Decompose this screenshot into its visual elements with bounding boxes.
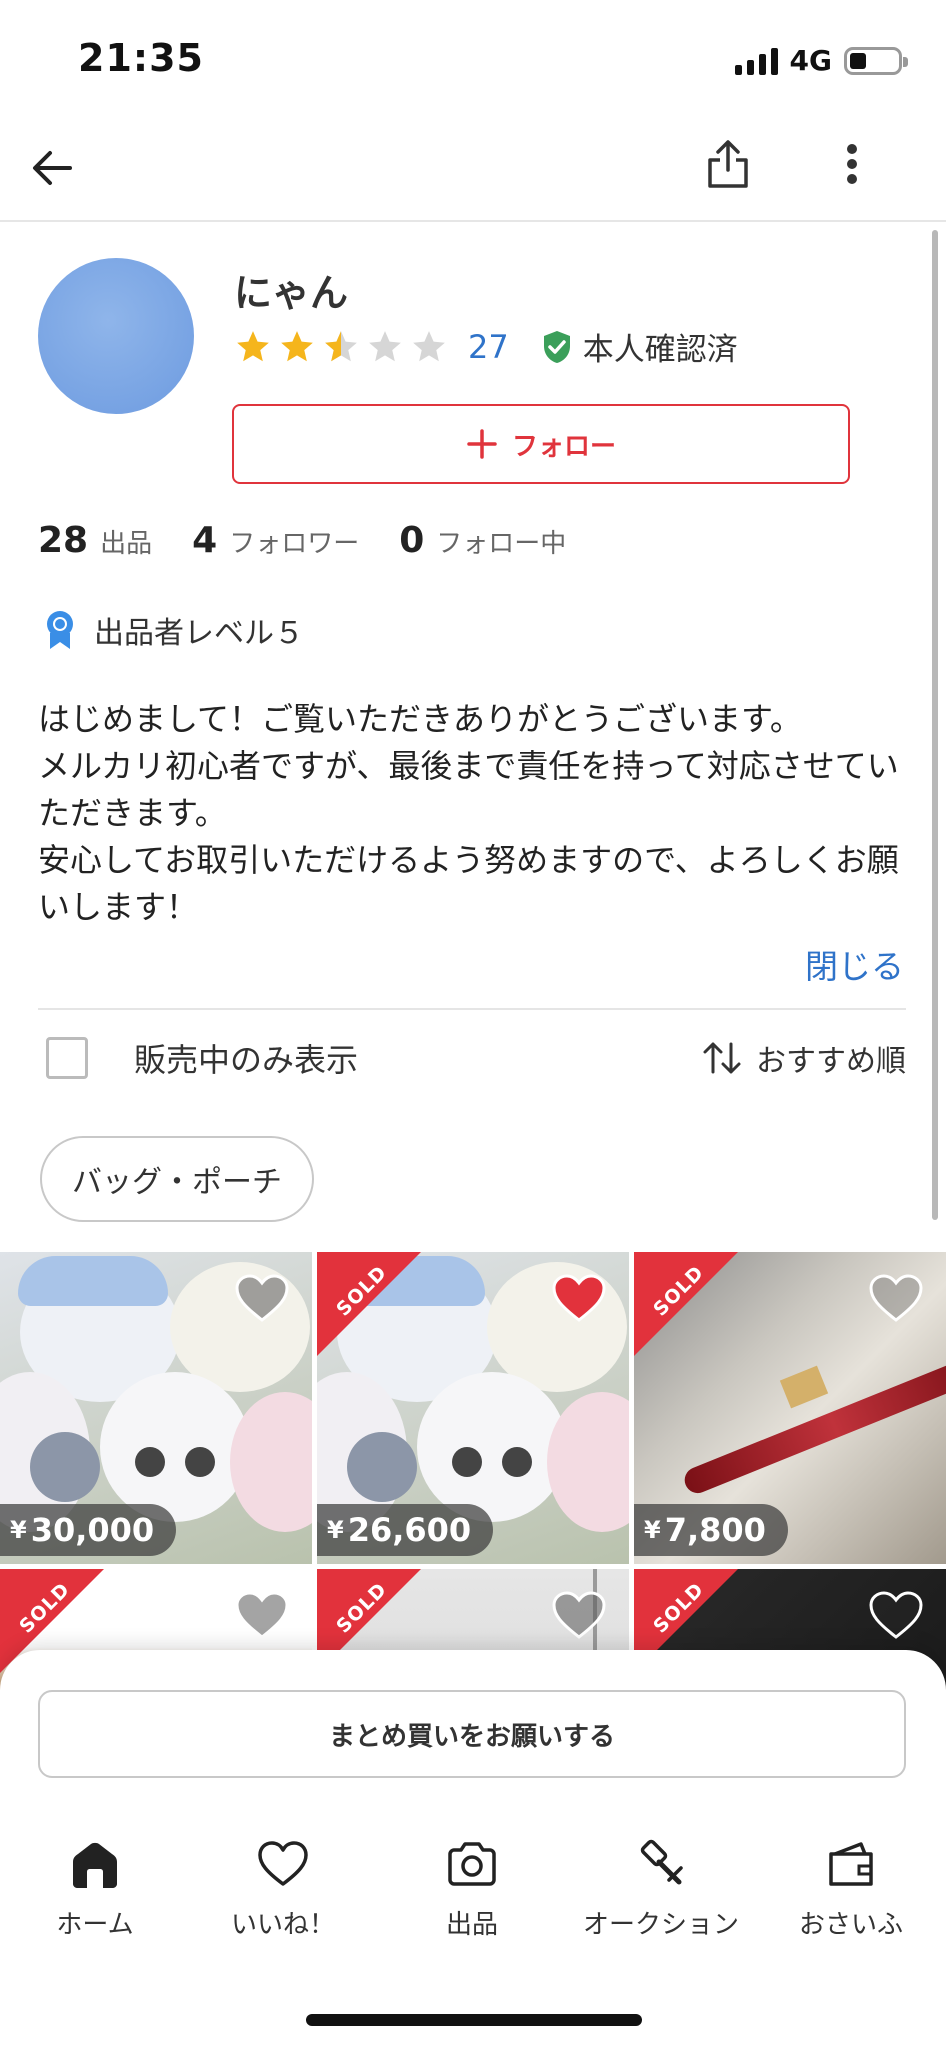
home-indicator[interactable] bbox=[306, 2014, 642, 2026]
more-options-button[interactable] bbox=[832, 132, 872, 196]
yen-symbol: ¥ bbox=[327, 1516, 344, 1544]
follow-button[interactable]: フォロー bbox=[232, 404, 850, 484]
back-button[interactable] bbox=[24, 140, 80, 196]
price-tag: ¥30,000 bbox=[0, 1504, 177, 1556]
profile-stats: 28 出品 4 フォロワー 0 フォロー中 bbox=[38, 520, 606, 561]
tab-wallet-label: おさいふ bbox=[798, 1910, 903, 1940]
followers-count[interactable]: 4 bbox=[192, 520, 217, 561]
status-indicators: 4G bbox=[734, 44, 908, 77]
verified-label: 本人確認済 bbox=[582, 332, 738, 368]
heart-outline-icon[interactable] bbox=[234, 1274, 290, 1324]
sort-button[interactable]: おすすめ順 bbox=[702, 1036, 906, 1080]
bottom-sheet: まとめ買いをお願いする ホーム いいね！ 出品 オークション おさいふ bbox=[0, 1650, 946, 2048]
star-full-icon bbox=[237, 330, 269, 361]
category-chip[interactable]: バッグ・ポーチ bbox=[40, 1136, 314, 1222]
star-half-icon bbox=[325, 330, 357, 361]
share-icon bbox=[708, 140, 748, 188]
tab-wallet[interactable]: おさいふ bbox=[756, 1836, 946, 1956]
bulk-purchase-button[interactable]: まとめ買いをお願いする bbox=[38, 1690, 906, 1778]
star-full-icon bbox=[281, 330, 313, 361]
share-button[interactable] bbox=[696, 132, 760, 196]
tab-auction[interactable]: オークション bbox=[566, 1836, 756, 1956]
star-empty-icon bbox=[369, 330, 401, 361]
following-label[interactable]: フォロー中 bbox=[436, 523, 566, 560]
tab-likes-label: いいね！ bbox=[230, 1910, 335, 1940]
divider bbox=[38, 1008, 906, 1010]
heart-filled-icon[interactable] bbox=[551, 1274, 607, 1324]
seller-level-label: 出品者レベル５ bbox=[94, 616, 304, 651]
tab-auction-label: オークション bbox=[582, 1910, 739, 1940]
plus-icon bbox=[467, 429, 497, 459]
signal-icon bbox=[734, 47, 778, 75]
heart-outline-icon[interactable] bbox=[868, 1591, 924, 1641]
heart-outline-icon[interactable] bbox=[551, 1591, 607, 1641]
network-type: 4G bbox=[789, 44, 832, 77]
battery-icon bbox=[844, 46, 908, 75]
star-empty-icon bbox=[413, 330, 445, 361]
username: にゃん bbox=[234, 271, 349, 315]
yen-symbol: ¥ bbox=[10, 1516, 27, 1544]
price-value: 30,000 bbox=[30, 1511, 155, 1549]
followers-label[interactable]: フォロワー bbox=[229, 523, 359, 560]
arrow-left-icon bbox=[33, 151, 72, 185]
on-sale-only-checkbox[interactable] bbox=[46, 1037, 88, 1079]
following-count[interactable]: 0 bbox=[399, 520, 424, 561]
camera-icon bbox=[448, 1842, 496, 1886]
rating-row[interactable]: 27 本人確認済 bbox=[234, 324, 738, 369]
scrollbar[interactable] bbox=[932, 230, 938, 1220]
heart-icon bbox=[258, 1841, 308, 1886]
price-value: 7,800 bbox=[664, 1511, 766, 1549]
on-sale-only-label[interactable]: 販売中のみ表示 bbox=[134, 1035, 358, 1081]
filter-row: 販売中のみ表示 おすすめ順 bbox=[38, 1030, 906, 1086]
status-time: 21:35 bbox=[78, 36, 204, 80]
sort-arrows-icon bbox=[703, 1042, 741, 1074]
product-tile[interactable]: ¥30,000 bbox=[0, 1252, 312, 1564]
tab-sell[interactable]: 出品 bbox=[377, 1836, 567, 1956]
tab-likes[interactable]: いいね！ bbox=[188, 1836, 378, 1956]
tab-home[interactable]: ホーム bbox=[0, 1836, 190, 1956]
seller-level: 出品者レベル５ bbox=[42, 608, 304, 652]
medal-icon bbox=[47, 611, 73, 649]
heart-outline-icon[interactable] bbox=[234, 1591, 290, 1641]
status-bar: 21:35 4G bbox=[0, 0, 946, 120]
app-header bbox=[0, 120, 946, 222]
tab-home-label: ホーム bbox=[56, 1910, 134, 1940]
follow-label: フォロー bbox=[511, 431, 616, 462]
avatar[interactable] bbox=[38, 258, 194, 414]
review-count[interactable]: 27 bbox=[468, 328, 509, 366]
listings-label: 出品 bbox=[100, 529, 153, 559]
price-tag: ¥7,800 bbox=[634, 1504, 788, 1556]
price-tag: ¥26,600 bbox=[317, 1504, 494, 1556]
profile-bio: はじめまして！ご覧いただきありがとうございます。 メルカリ初心者ですが、最後まで… bbox=[38, 700, 899, 926]
seller-profile-screen: 21:35 4G にゃん 27 本人確認済 フォロー 28 出品 4 フォロワー… bbox=[0, 0, 946, 2048]
close-bio-link[interactable]: 閉じる bbox=[805, 940, 904, 988]
tab-sell-label: 出品 bbox=[445, 1910, 498, 1940]
price-value: 26,600 bbox=[347, 1511, 472, 1549]
shield-check-icon bbox=[543, 330, 570, 363]
product-tile[interactable]: SOLD ¥26,600 bbox=[317, 1252, 629, 1564]
home-icon bbox=[73, 1842, 117, 1888]
yen-symbol: ¥ bbox=[644, 1516, 661, 1544]
gavel-icon bbox=[640, 1839, 683, 1885]
product-tile[interactable]: SOLD ¥7,800 bbox=[634, 1252, 946, 1564]
wallet-icon bbox=[829, 1842, 873, 1886]
tab-bar: ホーム いいね！ 出品 オークション おさいふ bbox=[0, 1836, 946, 1956]
heart-outline-icon[interactable] bbox=[868, 1274, 924, 1324]
listings-count: 28 bbox=[38, 520, 89, 561]
more-vertical-icon bbox=[847, 144, 857, 184]
sort-label: おすすめ順 bbox=[756, 1044, 906, 1079]
verified-badge: 本人確認済 bbox=[541, 324, 738, 369]
